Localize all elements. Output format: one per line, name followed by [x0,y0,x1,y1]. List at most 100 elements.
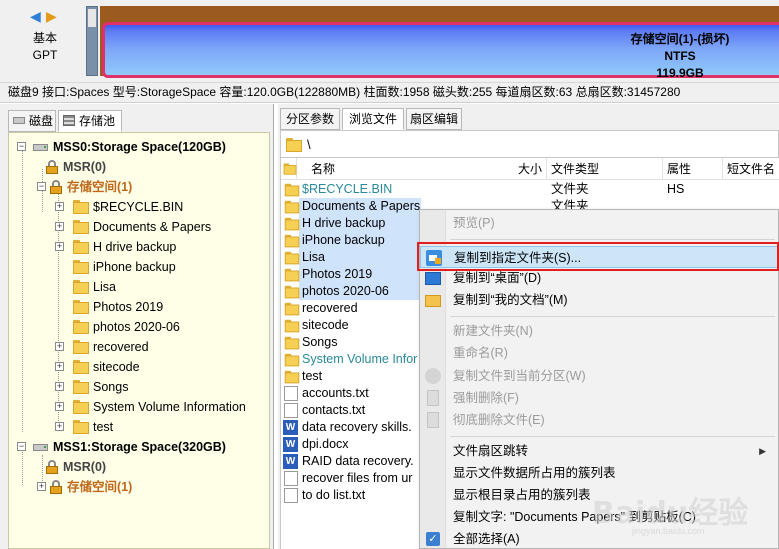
expand-icon[interactable]: + [55,202,64,211]
tree-folder[interactable]: + recovered [55,337,265,357]
file-name: Photos 2019 [302,267,373,281]
tree-folder[interactable]: + $RECYCLE.BIN [55,197,265,217]
menu-force-delete[interactable]: 强制删除(F) [420,387,778,409]
disk-scheme-label: GPT [32,48,58,62]
disk-scrollbar[interactable] [86,6,98,76]
expand-icon[interactable]: + [37,482,46,491]
expand-icon[interactable]: + [55,382,64,391]
tree-folder[interactable]: Lisa [55,277,265,297]
collapse-icon[interactable]: − [17,442,26,451]
tree-folder[interactable]: photos 2020-06 [55,317,265,337]
col-size[interactable]: 大小 [507,158,547,180]
folder-icon [73,400,89,414]
tree-label: MSS0:Storage Space(120GB) [53,140,226,154]
tree-folder[interactable]: + H drive backup [55,237,265,257]
tree-folder[interactable]: + test [55,417,265,437]
tree-label: test [93,420,114,434]
col-attr[interactable]: 属性 [663,158,723,180]
tree-node-storage1[interactable]: + 存储空间(1) [37,477,267,497]
file-name: recover files from ur [302,471,413,485]
tree-label: recovered [93,340,149,354]
tree-label: photos 2020-06 [93,320,180,334]
file-name: System Volume Infor [302,352,418,366]
partition-label: 存储空间(1)-(损坏) NTFS 119.9GB [580,31,779,82]
desktop-icon [425,272,441,285]
menu-show-file-clusters[interactable]: 显示文件数据所占用的簇列表 [420,462,778,484]
folder-icon [73,220,89,234]
tree-folder[interactable]: iPhone backup [55,257,265,277]
baidu-watermark: Baidu经验 jingyan.baidu.com [592,488,772,538]
folder-icon [283,163,297,175]
lock-icon [45,460,59,474]
nav-forward-icon[interactable]: ▶ [46,8,57,25]
expand-icon[interactable]: + [55,422,64,431]
file-name: data recovery skills. [302,420,412,434]
file-row[interactable]: $RECYCLE.BIN 文件夹 HS [281,181,779,198]
menu-wipe-delete[interactable]: 彻底删除文件(E) [420,409,778,431]
tree-node-msr0[interactable]: MSR(0) [37,157,267,177]
tab-partition-params[interactable]: 分区参数 [280,108,340,130]
tab-disk-label: 磁盘 [29,114,54,128]
tree-folder[interactable]: + Songs [55,377,265,397]
file-name: iPhone backup [302,233,385,247]
folder-icon [284,319,300,333]
left-pane: 磁盘 存储池 − MSS0:Storage Space(120GB) MSR(0… [0,104,274,549]
folder-icon [284,302,300,316]
folder-icon [284,336,300,350]
checkbox-icon: ✓ [426,532,440,546]
tree-folder[interactable]: + System Volume Information [55,397,265,417]
folder-icon [284,251,300,265]
file-name: dpi.docx [302,437,349,451]
folder-icon [73,240,89,254]
tree-folder[interactable]: + Documents & Papers [55,217,265,237]
tab-browse-files[interactable]: 浏览文件 [342,108,404,130]
folder-icon [284,217,300,231]
expand-icon[interactable]: + [55,242,64,251]
force-delete-icon [427,390,439,406]
disk-scroll-thumb[interactable] [88,9,96,27]
storage-tree[interactable]: − MSS0:Storage Space(120GB) MSR(0) − 存储空… [8,132,270,549]
path-bar[interactable]: \ [280,130,779,158]
tab-storage-pool[interactable]: 存储池 [58,110,122,132]
tree-label: H drive backup [93,240,177,254]
tab-storage-pool-label: 存储池 [79,114,116,128]
file-name: accounts.txt [302,386,369,400]
folder-icon [284,234,300,248]
expand-icon[interactable]: + [55,222,64,231]
tree-node-pool1[interactable]: − MSS1:Storage Space(320GB) [17,437,267,457]
folder-icon [284,183,300,197]
menu-copy-to-current-partition[interactable]: 复制文件到当前分区(W) [420,365,778,387]
tree-node-msr1[interactable]: MSR(0) [37,457,267,477]
text-file-icon [284,386,298,401]
menu-preview[interactable]: 预览(P) [420,212,778,234]
tree-node-storage0[interactable]: − 存储空间(1) [37,177,267,197]
nav-back-icon[interactable]: ◀ [30,8,41,25]
menu-copy-to-mydocs[interactable]: 复制到“我的文档”(M) [420,289,778,311]
highlight-box [417,242,779,271]
expand-icon[interactable]: + [55,402,64,411]
menu-new-folder[interactable]: 新建文件夹(N) [420,320,778,342]
word-doc-icon: W [283,454,298,469]
wipe-delete-icon [427,412,439,428]
tab-sector-edit[interactable]: 扇区编辑 [406,108,462,130]
menu-rename[interactable]: 重命名(R) [420,342,778,364]
partition-bar[interactable]: 存储空间(1)-(损坏) NTFS 119.9GB [100,6,779,80]
col-short-name[interactable]: 短文件名 [723,158,779,180]
expand-icon[interactable]: + [55,362,64,371]
disk-band: ◀ ▶ 基本 GPT 存储空间(1)-(损坏) NTFS 119.9GB [0,0,779,82]
expand-icon[interactable]: + [55,342,64,351]
collapse-icon[interactable]: − [37,182,46,191]
disk-icon [33,140,49,154]
disk-icon [33,440,49,454]
tree-folder[interactable]: + sitecode [55,357,265,377]
folder-icon [73,380,89,394]
tab-disk[interactable]: 磁盘 [8,110,56,132]
tree-node-pool0[interactable]: − MSS0:Storage Space(120GB) [17,137,267,157]
col-type[interactable]: 文件类型 [547,158,663,180]
col-name[interactable]: 名称 [307,158,507,180]
tree-folder[interactable]: Photos 2019 [55,297,265,317]
file-name: H drive backup [302,216,386,230]
menu-sector-jump[interactable]: 文件扇区跳转 ▶ [420,440,778,462]
tree-label: Photos 2019 [93,300,164,314]
collapse-icon[interactable]: − [17,142,26,151]
